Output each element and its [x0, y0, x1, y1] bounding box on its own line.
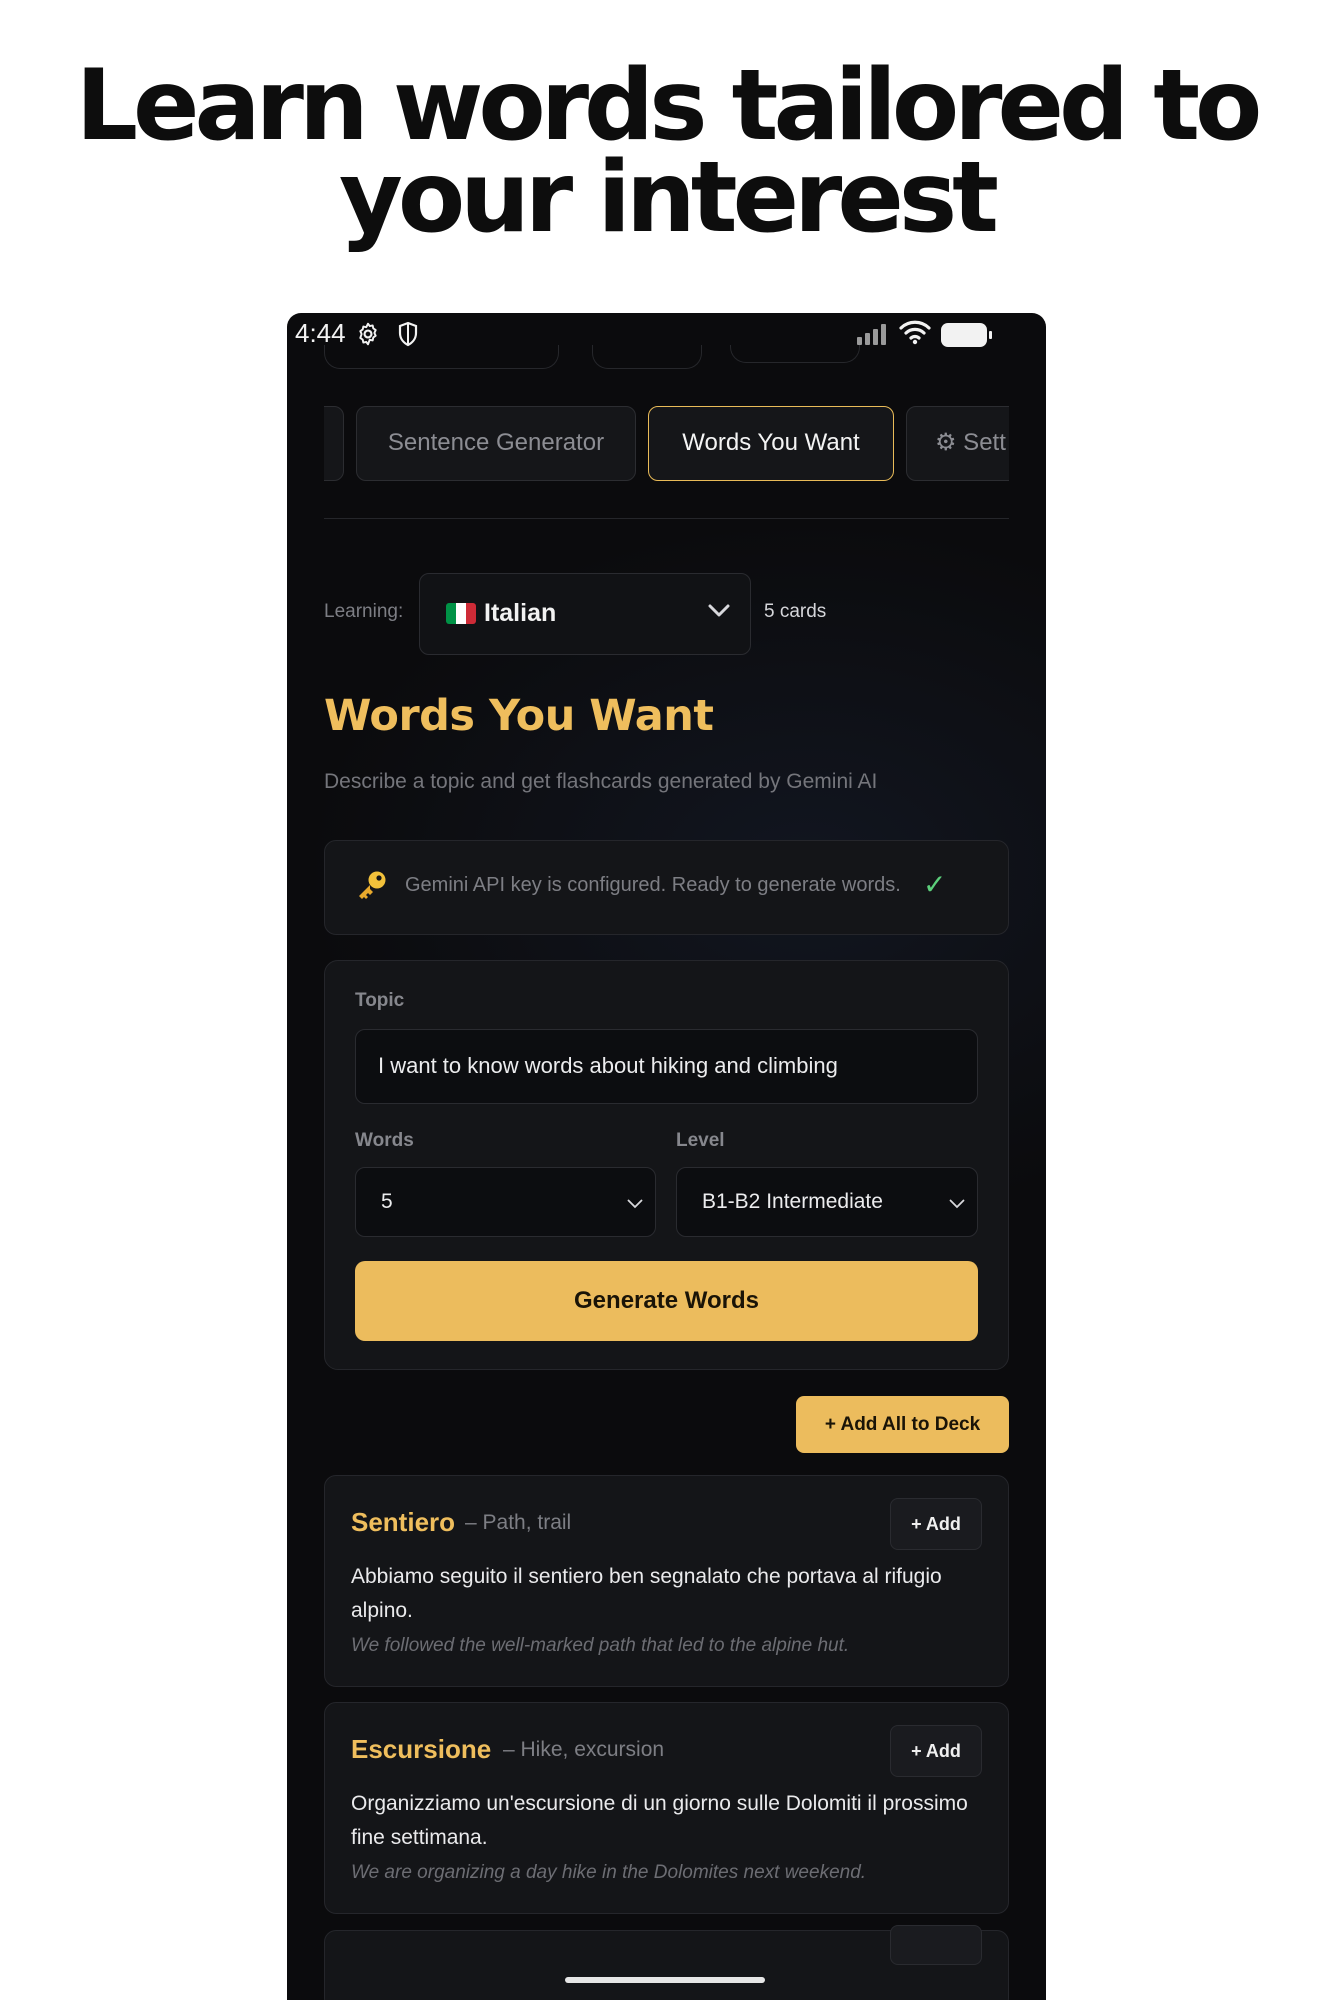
- chevron-down-icon: [627, 1196, 643, 1214]
- add-all-to-deck-button[interactable]: + Add All to Deck: [796, 1396, 1009, 1453]
- generate-words-button[interactable]: Generate Words: [355, 1261, 978, 1341]
- tab-previous[interactable]: [324, 406, 344, 481]
- words-label: Words: [355, 1130, 414, 1151]
- add-word-button[interactable]: + Add: [890, 1498, 982, 1550]
- generate-form: Topic I want to know words about hiking …: [324, 960, 1009, 1370]
- key-icon: [355, 869, 389, 908]
- api-status-text: Gemini API key is configured. Ready to g…: [405, 874, 901, 896]
- headline: Learn words tailored to your interest: [0, 49, 1333, 255]
- word-term: Escursione: [351, 1734, 492, 1764]
- word-card-partial: [324, 1925, 1009, 2000]
- api-status-banner: Gemini API key is configured. Ready to g…: [324, 840, 1009, 935]
- word-card: Sentiero – Path, trail + Add Abbiamo seg…: [324, 1475, 1009, 1687]
- headline-line-2: your interest: [338, 141, 999, 255]
- tab-words-you-want[interactable]: Words You Want: [648, 406, 894, 481]
- word-translation: We followed the well-marked path that le…: [351, 1635, 850, 1656]
- tab-settings[interactable]: ⚙ Sett: [906, 406, 1009, 481]
- topic-input[interactable]: I want to know words about hiking and cl…: [355, 1029, 978, 1104]
- word-card: Escursione – Hike, excursion + Add Organ…: [324, 1702, 1009, 1914]
- word-example: Abbiamo seguito il sentiero ben segnalat…: [351, 1565, 942, 1622]
- language-name: Italian: [484, 599, 557, 627]
- italy-flag-icon: [446, 603, 476, 624]
- battery-icon: [941, 323, 993, 352]
- wifi-icon: [899, 319, 931, 350]
- scrolled-control-top: [730, 345, 860, 363]
- divider: [324, 518, 1009, 519]
- word-gloss: – Path, trail: [465, 1511, 572, 1534]
- signal-icon: [857, 323, 891, 350]
- learning-label: Learning:: [324, 601, 404, 622]
- headline-line-1: Learn words tailored to: [75, 49, 1263, 163]
- word-example: Organizziamo un'escursione di un giorno …: [351, 1792, 968, 1849]
- word-gloss: – Hike, excursion: [503, 1738, 665, 1761]
- add-word-button[interactable]: [890, 1925, 982, 1965]
- cards-count: 5 cards: [764, 601, 827, 622]
- tab-sentence-generator[interactable]: Sentence Generator: [356, 406, 636, 481]
- add-word-button[interactable]: + Add: [890, 1725, 982, 1777]
- page-subtitle: Describe a topic and get flashcards gene…: [324, 770, 878, 793]
- words-count-value: 5: [381, 1190, 393, 1213]
- level-select[interactable]: B1-B2 Intermediate: [676, 1167, 978, 1237]
- chevron-down-icon: [708, 604, 730, 623]
- page-title: Words You Want: [324, 691, 714, 741]
- tab-bar: Sentence Generator Words You Want ⚙ Sett: [324, 406, 1009, 482]
- words-count-select[interactable]: 5: [355, 1167, 656, 1237]
- check-icon: ✓: [923, 869, 947, 900]
- chevron-down-icon: [949, 1196, 965, 1214]
- word-term: Sentiero: [351, 1507, 456, 1537]
- language-select[interactable]: Italian: [419, 573, 751, 655]
- scrolled-control-top: [324, 345, 559, 369]
- level-value: B1-B2 Intermediate: [702, 1190, 883, 1213]
- topic-label: Topic: [355, 990, 405, 1011]
- word-translation: We are organizing a day hike in the Dolo…: [351, 1862, 867, 1883]
- home-indicator[interactable]: [565, 1977, 765, 1983]
- level-label: Level: [676, 1130, 725, 1151]
- phone-screen: 4:44 Sentence Generator Words You Want ⚙…: [287, 313, 1046, 2000]
- scrolled-control-top: [592, 345, 702, 369]
